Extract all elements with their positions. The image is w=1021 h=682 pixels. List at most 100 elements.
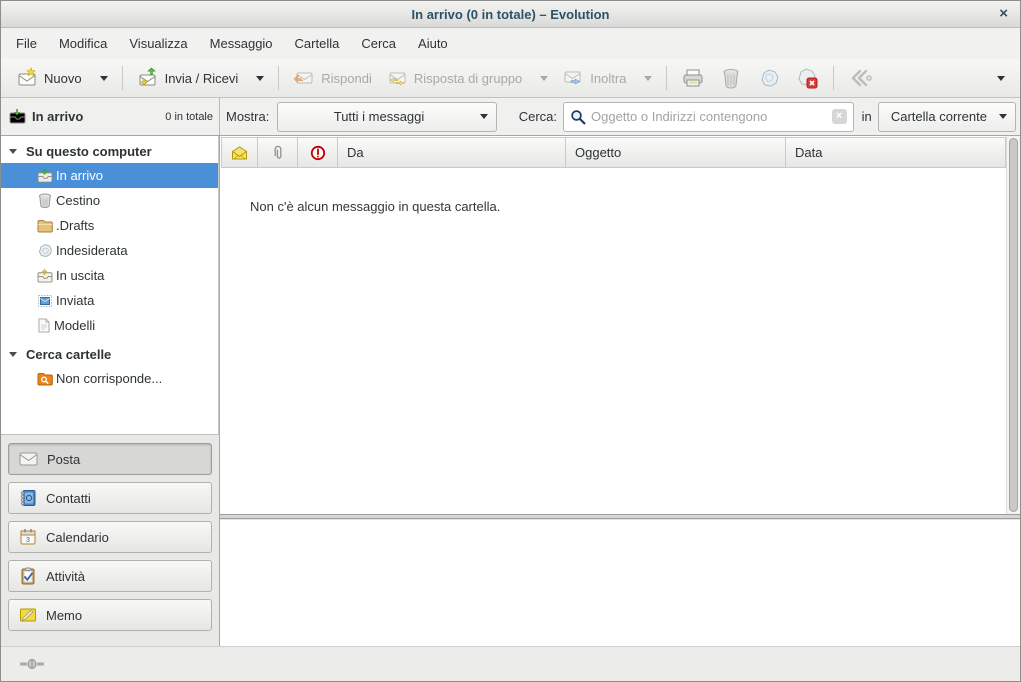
online-status-icon[interactable] xyxy=(19,658,45,670)
folder-icon xyxy=(37,219,53,233)
menu-visualizza[interactable]: Visualizza xyxy=(118,31,198,56)
clear-search-icon[interactable]: × xyxy=(832,109,847,124)
switcher-mail-button[interactable]: Posta xyxy=(8,443,212,475)
message-list-body: Da Oggetto Data Non c'è alcun messaggio … xyxy=(220,136,1020,514)
toolbar: Nuovo Invia / Ricevi Rispondi Risposta d… xyxy=(1,59,1020,98)
menu-cerca[interactable]: Cerca xyxy=(350,31,407,56)
expander-icon[interactable] xyxy=(9,352,17,357)
filterbar: In arrivo 0 in totale Mostra: Tutti i me… xyxy=(1,98,1020,136)
sidebar-item-unmatched[interactable]: Non corrisponde... xyxy=(1,366,218,391)
message-filter-value: Tutti i messaggi xyxy=(286,109,471,124)
toolbar-overflow-button[interactable] xyxy=(986,71,1012,86)
message-filter-dropdown[interactable]: Tutti i messaggi xyxy=(277,102,496,132)
forward-dropdown[interactable] xyxy=(633,71,659,86)
search-icon xyxy=(570,109,586,125)
new-button-label: Nuovo xyxy=(44,71,82,86)
sidebar-item-label: In uscita xyxy=(56,268,104,283)
delete-button[interactable] xyxy=(712,62,750,94)
send-receive-dropdown[interactable] xyxy=(245,71,271,86)
sidebar-item-trash[interactable]: Cestino xyxy=(1,188,218,213)
search-scope-dropdown[interactable]: Cartella corrente xyxy=(878,102,1016,132)
menu-cartella[interactable]: Cartella xyxy=(284,31,351,56)
menu-messaggio[interactable]: Messaggio xyxy=(199,31,284,56)
chevron-down-icon xyxy=(540,76,548,81)
search-label: Cerca: xyxy=(519,109,557,124)
content-area: Da Oggetto Data Non c'è alcun messaggio … xyxy=(220,136,1020,646)
switcher-calendar-button[interactable]: 3 Calendario xyxy=(8,521,212,553)
document-icon xyxy=(37,318,51,333)
empty-folder-message: Non c'è alcun messaggio in questa cartel… xyxy=(220,169,1006,214)
new-mail-icon xyxy=(16,67,38,89)
scrollbar-thumb[interactable] xyxy=(1009,138,1018,512)
window-title: In arrivo (0 in totale) – Evolution xyxy=(1,7,1020,22)
forward-icon xyxy=(562,67,584,89)
tree-section-this-computer[interactable]: Su questo computer xyxy=(1,139,218,163)
expander-icon[interactable] xyxy=(9,149,17,154)
not-junk-button[interactable] xyxy=(788,62,826,94)
group-reply-dropdown[interactable] xyxy=(529,71,555,86)
sidebar-item-outbox[interactable]: In uscita xyxy=(1,263,218,288)
send-receive-icon xyxy=(137,67,159,89)
sidebar-item-templates[interactable]: Modelli xyxy=(1,313,218,338)
switcher-label: Memo xyxy=(46,608,82,623)
sidebar-item-inbox[interactable]: In arrivo xyxy=(1,163,218,188)
sidebar-item-drafts[interactable]: .Drafts xyxy=(1,213,218,238)
priority-icon xyxy=(310,145,326,161)
switcher-memos-button[interactable]: Memo xyxy=(8,599,212,631)
scope-label: in xyxy=(862,109,872,124)
sidebar-item-label: .Drafts xyxy=(56,218,94,233)
junk-button[interactable] xyxy=(750,62,788,94)
menu-file[interactable]: File xyxy=(5,31,48,56)
print-button[interactable] xyxy=(674,62,712,94)
outbox-icon xyxy=(37,269,53,283)
trash-icon xyxy=(37,193,53,208)
send-receive-label: Invia / Ricevi xyxy=(165,71,239,86)
switcher-label: Attività xyxy=(46,569,85,584)
sidebar: Su questo computer In arrivo Cestino xyxy=(1,136,220,646)
column-attachment[interactable] xyxy=(258,137,298,168)
titlebar[interactable]: In arrivo (0 in totale) – Evolution × xyxy=(1,1,1020,28)
close-icon[interactable]: × xyxy=(999,5,1008,23)
current-folder-name: In arrivo xyxy=(32,109,83,124)
switcher-contacts-button[interactable]: Contatti xyxy=(8,482,212,514)
sidebar-item-junk[interactable]: Indesiderata xyxy=(1,238,218,263)
calendar-icon: 3 xyxy=(19,528,37,546)
evolution-window: In arrivo (0 in totale) – Evolution × Fi… xyxy=(0,0,1021,682)
folder-tree: Su questo computer In arrivo Cestino xyxy=(1,136,219,434)
contacts-icon xyxy=(19,489,37,507)
group-reply-icon xyxy=(386,67,408,89)
menu-aiuto[interactable]: Aiuto xyxy=(407,31,459,56)
sidebar-item-sent[interactable]: Inviata xyxy=(1,288,218,313)
reply-button[interactable]: Rispondi xyxy=(286,62,379,94)
message-list-scrollbar[interactable] xyxy=(1006,136,1020,514)
group-reply-button[interactable]: Risposta di gruppo xyxy=(379,62,529,94)
toolbar-separator xyxy=(833,66,834,90)
preview-pane xyxy=(220,519,1020,646)
column-label: Oggetto xyxy=(575,145,621,160)
new-dropdown[interactable] xyxy=(89,71,115,86)
column-from[interactable]: Da xyxy=(338,137,566,168)
column-subject[interactable]: Oggetto xyxy=(566,137,786,168)
search-folder-icon xyxy=(37,372,53,386)
send-receive-button[interactable]: Invia / Ricevi xyxy=(130,62,246,94)
column-read-status[interactable] xyxy=(221,137,258,168)
switcher-label: Contatti xyxy=(46,491,91,506)
column-label: Data xyxy=(795,145,822,160)
chevron-down-icon xyxy=(256,76,264,81)
new-button[interactable]: Nuovo xyxy=(9,62,89,94)
back-button[interactable] xyxy=(841,62,883,94)
switcher-tasks-button[interactable]: Attività xyxy=(8,560,212,592)
mail-icon xyxy=(19,452,38,466)
menu-modifica[interactable]: Modifica xyxy=(48,31,118,56)
show-label: Mostra: xyxy=(226,109,269,124)
column-label: Da xyxy=(347,145,364,160)
forward-button[interactable]: Inoltra xyxy=(555,62,633,94)
switcher-label: Posta xyxy=(47,452,80,467)
column-date[interactable]: Data xyxy=(786,137,1006,168)
tree-section-search-folders[interactable]: Cerca cartelle xyxy=(1,342,218,366)
sidebar-item-label: Non corrisponde... xyxy=(56,371,162,386)
column-priority[interactable] xyxy=(298,137,338,168)
tree-section-label: Su questo computer xyxy=(26,144,152,159)
search-input[interactable] xyxy=(591,109,827,124)
reply-button-label: Rispondi xyxy=(321,71,372,86)
